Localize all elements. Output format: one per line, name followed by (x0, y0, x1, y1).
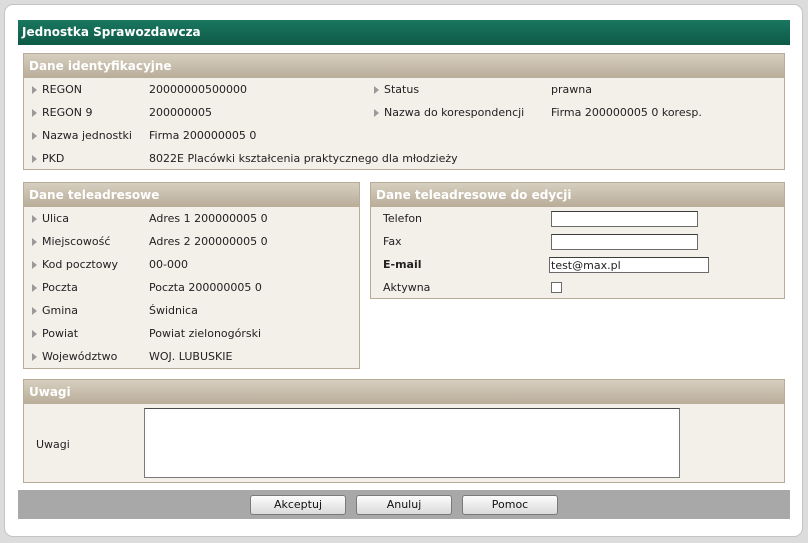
uwagi-label: Uwagi (36, 438, 70, 451)
wojewodztwo-value: WOJ. LUBUSKIE (149, 350, 233, 363)
bullet-icon (32, 155, 37, 163)
regon9-row: REGON 9 200000005 (24, 105, 364, 121)
bullet-icon (374, 109, 379, 117)
status-label: Status (384, 83, 420, 96)
bullet-icon (32, 238, 37, 246)
tele-panel-header: Dane teleadresowe (24, 183, 359, 207)
ulica-row: Ulica Adres 1 200000005 0 (24, 211, 354, 227)
nazwa-row: Nazwa jednostki Firma 200000005 0 (24, 128, 364, 144)
koresp-label: Nazwa do korespondencji (384, 106, 525, 119)
miejscowosc-row: Miejscowość Adres 2 200000005 0 (24, 234, 354, 250)
koresp-row: Nazwa do korespondencji Firma 200000005 … (364, 105, 774, 121)
kod-row: Kod pocztowy 00-000 (24, 257, 354, 273)
ulica-label: Ulica (42, 212, 69, 225)
telefon-input[interactable] (551, 211, 698, 227)
bullet-icon (32, 132, 37, 140)
powiat-label: Powiat (42, 327, 79, 340)
regon9-value: 200000005 (149, 106, 212, 119)
bullet-icon (32, 215, 37, 223)
telefon-label: Telefon (383, 212, 423, 225)
gmina-value: Świdnica (149, 304, 198, 317)
fax-label: Fax (383, 235, 402, 248)
uwagi-panel: Uwagi Uwagi (23, 379, 785, 483)
gmina-row: Gmina Świdnica (24, 303, 354, 319)
nazwa-label: Nazwa jednostki (42, 129, 132, 142)
poczta-row: Poczta Poczta 200000005 0 (24, 280, 354, 296)
poczta-label: Poczta (42, 281, 78, 294)
nazwa-value: Firma 200000005 0 (149, 129, 257, 142)
powiat-row: Powiat Powiat zielonogórski (24, 326, 354, 342)
regon-row: REGON 20000000500000 (24, 82, 364, 98)
bullet-icon (32, 284, 37, 292)
wojewodztwo-label: Województwo (42, 350, 118, 363)
email-label: E-mail (383, 258, 422, 271)
bullet-icon (32, 307, 37, 315)
gmina-label: Gmina (42, 304, 79, 317)
window-title: Jednostka Sprawozdawcza (18, 20, 790, 45)
cancel-button[interactable]: Anuluj (356, 495, 452, 515)
edit-panel-header: Dane teleadresowe do edycji (371, 183, 784, 207)
wojewodztwo-row: Województwo WOJ. LUBUSKIE (24, 349, 354, 365)
uwagi-textarea[interactable] (144, 408, 680, 478)
pkd-row: PKD 8022E Placówki kształcenia praktyczn… (24, 151, 764, 167)
kod-value: 00-000 (149, 258, 188, 271)
ident-panel-header: Dane identyfikacyjne (24, 54, 784, 78)
regon-value: 20000000500000 (149, 83, 247, 96)
ulica-value: Adres 1 200000005 0 (149, 212, 268, 225)
miejscowosc-value: Adres 2 200000005 0 (149, 235, 268, 248)
tele-panel: Dane teleadresowe Ulica Adres 1 20000000… (23, 182, 360, 369)
bullet-icon (32, 261, 37, 269)
help-button[interactable]: Pomoc (462, 495, 558, 515)
button-bar: Akceptuj Anuluj Pomoc (18, 490, 790, 519)
uwagi-panel-header: Uwagi (24, 380, 784, 404)
aktywna-label: Aktywna (383, 281, 431, 294)
aktywna-checkbox[interactable] (551, 282, 562, 293)
ident-panel: Dane identyfikacyjne REGON 2000000050000… (23, 53, 785, 170)
bullet-icon (32, 330, 37, 338)
miejscowosc-label: Miejscowość (42, 235, 111, 248)
pkd-label: PKD (42, 152, 65, 165)
accept-button[interactable]: Akceptuj (250, 495, 346, 515)
pkd-value: 8022E Placówki kształcenia praktycznego … (149, 152, 458, 165)
koresp-value: Firma 200000005 0 koresp. (551, 106, 702, 119)
status-value: prawna (551, 83, 592, 96)
bullet-icon (32, 86, 37, 94)
status-row: Status prawna (364, 82, 774, 98)
bullet-icon (32, 353, 37, 361)
fax-input[interactable] (551, 234, 698, 250)
edit-panel: Dane teleadresowe do edycji Telefon Fax … (370, 182, 785, 299)
regon9-label: REGON 9 (42, 106, 93, 119)
bullet-icon (374, 86, 379, 94)
poczta-value: Poczta 200000005 0 (149, 281, 262, 294)
email-input[interactable] (549, 257, 709, 273)
regon-label: REGON (42, 83, 83, 96)
kod-label: Kod pocztowy (42, 258, 118, 271)
powiat-value: Powiat zielonogórski (149, 327, 262, 340)
bullet-icon (32, 109, 37, 117)
